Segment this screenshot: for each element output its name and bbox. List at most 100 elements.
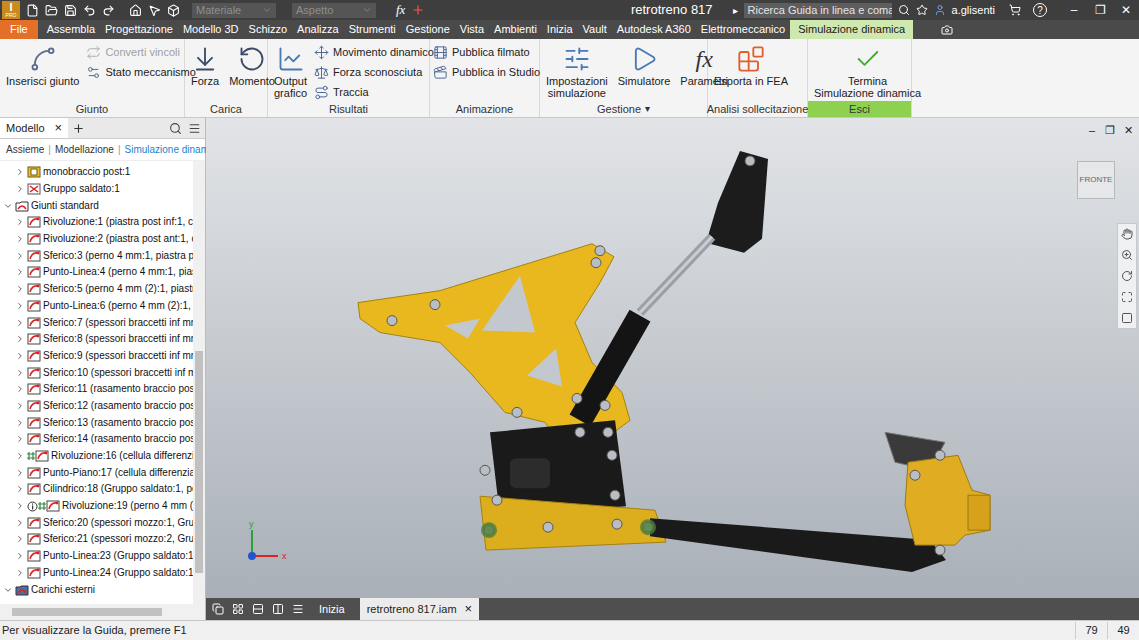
tree-item[interactable]: Punto-Linea:6 (perno 4 mm (2):1, pia [0,298,193,315]
help-search-field[interactable]: Ricerca Guida in linea e comand [744,3,892,18]
browser-search-icon[interactable] [169,122,182,135]
expand-icon[interactable] [15,451,25,461]
tree-item[interactable]: Punto-Linea:4 (perno 4 mm:1, piastr [0,264,193,281]
expand-icon[interactable] [15,384,25,394]
zoom-icon[interactable] [1121,249,1133,261]
tree-item[interactable]: Rivoluzione:1 (piastra post inf:1, cell [0,214,193,231]
window-control[interactable]: ✕ [1113,1,1139,19]
tree-item[interactable]: Sferico:20 (spessori mozzo:1, Grupp [0,514,193,531]
tree-item[interactable]: Sferico:14 (rasamento braccio post i [0,431,193,448]
ribbon-small-button[interactable]: Pubblica filmato [433,42,540,62]
ribbon-large-button[interactable]: Forza [188,41,222,87]
tree-item[interactable]: monobraccio post:1 [0,164,193,181]
help-button[interactable]: ? [1033,3,1047,17]
ribbon-small-button[interactable]: Movimento dinamico [314,42,434,62]
ribbon-small-button[interactable]: Forza sconosciuta [314,62,434,82]
vertical-tile-icon[interactable] [272,603,284,615]
add-icon[interactable] [411,3,425,17]
expand-icon[interactable] [15,401,25,411]
open-icon[interactable] [45,4,58,17]
ribbon-tab[interactable]: Inizia [542,20,578,39]
ribbon-panel-label[interactable]: Animazione [430,101,539,118]
add-browser-icon[interactable] [72,122,85,135]
update-icon[interactable] [167,4,180,17]
tree-item[interactable]: Sferico:7 (spessori braccetti inf mm 2 [0,314,193,331]
parameters-button[interactable]: fx [396,0,405,20]
ribbon-panel-label[interactable]: Risultati [268,102,429,117]
tree-item[interactable]: Sferico:13 (rasamento braccio post i [0,414,193,431]
tree-item[interactable]: Sferico:9 (spessori braccetti inf mm 2 [0,348,193,365]
expand-icon[interactable] [15,351,25,361]
expand-icon[interactable] [15,267,25,277]
close-browser-tab[interactable]: × [55,118,63,138]
ribbon-panel-label[interactable]: Carica [185,101,267,118]
ribbon-tab[interactable]: Autodesk A360 [612,20,696,39]
app-logo[interactable]: IPRO [2,1,20,19]
ribbon-small-button[interactable]: Pubblica in Studio [433,62,540,82]
ribbon-tab[interactable]: Schizzo [244,20,293,39]
browser-menu-icon[interactable] [188,122,201,135]
tree-item[interactable]: Rivoluzione:2 (piastra post ant:1, ce [0,231,193,248]
ribbon-tab[interactable]: Vault [578,20,612,39]
tree-item[interactable]: Sferico:3 (perno 4 mm:1, piastra pos [0,247,193,264]
collapse-icon[interactable] [3,201,13,211]
ribbon-tab[interactable]: Strumenti [344,20,401,39]
ribbon-small-button[interactable]: Traccia [314,82,434,102]
pan-icon[interactable] [1121,228,1133,240]
expand-icon[interactable] [15,334,25,344]
tree-item[interactable]: Punto-Piano:17 (cellula differenziale: [0,464,193,481]
expand-icon[interactable] [15,167,25,177]
ribbon-tab[interactable]: Vista [455,20,489,39]
expand-icon[interactable] [15,234,25,244]
cascade-icon[interactable] [212,603,224,615]
ribbon-large-button[interactable]: TerminaSimulazione dinamica [811,41,924,99]
expand-icon[interactable] [15,251,25,261]
tree-item[interactable]: Sferico:8 (spessori braccetti inf mm 2 [0,331,193,348]
tree-item[interactable]: Cilindrico:18 (Gruppo saldato:1, perr [0,481,193,498]
expand-icon[interactable] [15,284,25,294]
look-at-icon[interactable] [1121,312,1133,324]
favorites-icon[interactable] [916,4,928,16]
ribbon-small-button[interactable]: Stato meccanismo [86,62,195,82]
ribbon-tab[interactable]: Gestione [401,20,455,39]
user-name[interactable]: a.glisenti [952,2,995,19]
ribbon-large-button[interactable]: Esporta in FEA [711,41,791,87]
new-icon[interactable] [26,4,39,17]
tree-item[interactable]: Sferico:10 (spessori braccetti inf mm [0,364,193,381]
tree-item[interactable]: Sferico:12 (rasamento braccio post i [0,398,193,415]
undo-icon[interactable] [83,4,96,17]
tree-item[interactable]: Punto-Linea:24 (Gruppo saldato:1, n [0,565,193,582]
select-icon[interactable] [148,4,161,17]
viewport-control[interactable]: ❐ [1103,122,1117,139]
tile-icon[interactable] [232,603,244,615]
expand-icon[interactable] [15,368,25,378]
expand-icon[interactable] [15,184,25,194]
expand-icon[interactable] [15,484,25,494]
ribbon-tab[interactable]: Progettazione [100,20,178,39]
ribbon-tab[interactable]: Assembla [42,20,100,39]
document-list-icon[interactable] [292,603,304,615]
collapse-icon[interactable] [3,585,13,595]
ribbon-large-button[interactable]: Outputgrafico [271,41,310,99]
ribbon-tab[interactable]: Simulazione dinamica [790,20,913,39]
tree-item[interactable]: Carichi esterni [0,581,193,598]
tab-options-icon[interactable] [941,24,953,36]
browser-tab[interactable]: Modello× [0,118,68,138]
viewport-control[interactable]: – [1085,122,1099,139]
search-expand[interactable]: ▸ [733,3,738,18]
tree-item[interactable]: Rivoluzione:16 (cellula differenziale: [0,448,193,465]
expand-icon[interactable] [15,501,25,511]
ribbon-tab[interactable]: Elettromeccanico [696,20,790,39]
expand-icon[interactable] [15,434,25,444]
redo-icon[interactable] [102,4,115,17]
ribbon-panel-label[interactable]: Gestione▾ [540,101,707,118]
home-icon[interactable] [129,4,142,17]
tree-item[interactable]: Sferico:11 (rasamento braccio post i [0,381,193,398]
tree-item[interactable]: Giunti standard [0,197,193,214]
view-cube[interactable]: FRONTE [1077,161,1115,199]
ribbon-tab[interactable]: Ambienti [489,20,542,39]
document-tab[interactable]: Inizia [312,598,352,620]
tree-item[interactable]: Punto-Linea:23 (Gruppo saldato:1, n [0,548,193,565]
tree-horizontal-scrollbar[interactable] [0,604,205,620]
expand-icon[interactable] [15,568,25,578]
